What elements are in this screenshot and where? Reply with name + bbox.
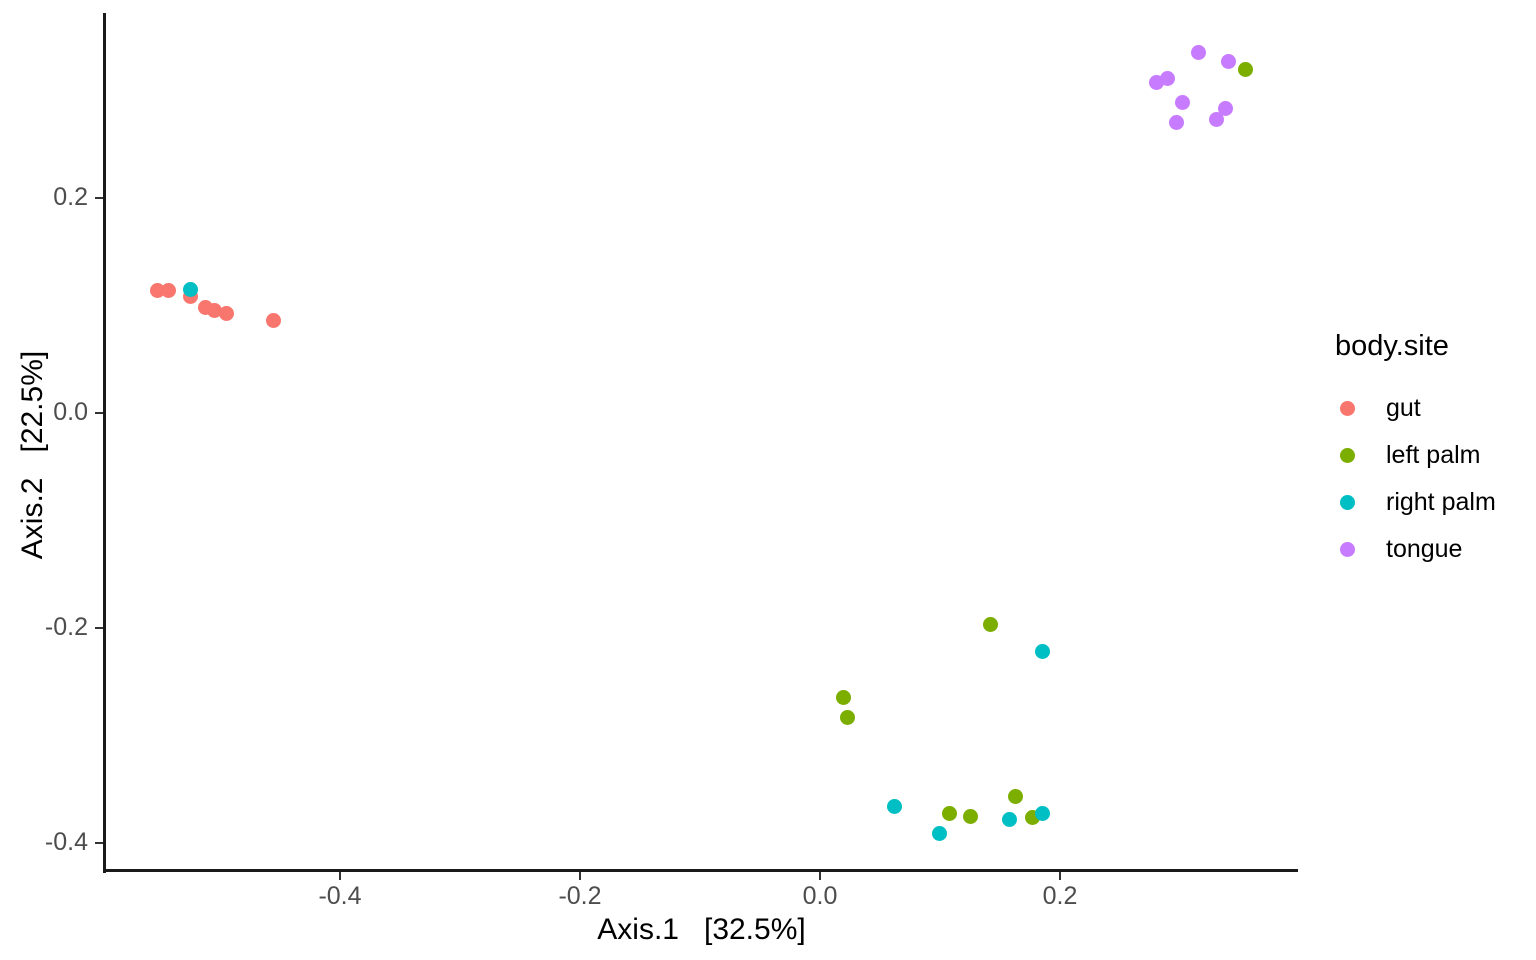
scatter-plot-figure: -0.4 -0.2 0.0 0.2 0.2 0.0 -0.2 -0.4 Axis.1 [32…	[0, 0, 1536, 960]
legend-dot-icon	[1339, 542, 1355, 557]
legend-item-label: tongue	[1386, 535, 1463, 563]
legend-title: body.site	[1335, 330, 1449, 362]
data-point	[219, 305, 235, 321]
y-tick-mark	[95, 412, 103, 414]
data-point	[839, 709, 855, 725]
legend-dot-icon	[1339, 495, 1355, 510]
data-point	[160, 282, 176, 298]
legend-key-swatch	[1330, 542, 1364, 557]
legend-key-swatch	[1330, 448, 1364, 463]
y-axis-line	[103, 13, 106, 873]
x-tick-label: 0.2	[1042, 882, 1078, 910]
x-tick-label: 0.0	[802, 882, 838, 910]
data-point	[931, 825, 947, 841]
legend-item-right-palm[interactable]: right palm	[1330, 479, 1530, 526]
legend-dot-icon	[1339, 448, 1355, 463]
data-point	[183, 281, 199, 297]
data-point	[1007, 788, 1023, 804]
data-point	[1034, 643, 1050, 659]
x-tick-mark	[339, 872, 341, 880]
legend-item-tongue[interactable]: tongue	[1330, 526, 1530, 573]
legend-key-swatch	[1330, 401, 1364, 416]
y-tick-mark	[95, 197, 103, 199]
data-point	[941, 806, 957, 822]
y-tick-mark	[95, 627, 103, 629]
y-tick-mark	[95, 842, 103, 844]
data-point	[1208, 112, 1224, 128]
data-point	[982, 616, 998, 632]
data-point	[1034, 805, 1050, 821]
data-point	[962, 808, 978, 824]
legend-item-label: left palm	[1386, 441, 1481, 469]
data-point	[1237, 61, 1253, 77]
x-tick-mark	[579, 872, 581, 880]
data-point	[265, 313, 281, 329]
legend-item-label: right palm	[1386, 488, 1496, 516]
legend-key-swatch	[1330, 495, 1364, 510]
legend: body.site gut left palm right palm tongue	[1330, 330, 1530, 573]
legend-item-label: gut	[1386, 394, 1421, 422]
y-axis-title: Axis.2 [22.5%]	[16, 350, 49, 560]
x-axis-line	[103, 869, 1298, 872]
x-tick-label: -0.2	[558, 882, 602, 910]
data-point	[1168, 115, 1184, 131]
data-point	[1159, 71, 1175, 87]
x-axis-title: Axis.1 [32.5%]	[597, 913, 806, 946]
plot-panel	[105, 13, 1298, 871]
data-point	[1174, 94, 1190, 110]
legend-item-left-palm[interactable]: left palm	[1330, 432, 1530, 479]
x-tick-label: -0.4	[318, 882, 362, 910]
legend-entries: gut left palm right palm tongue	[1330, 385, 1530, 573]
data-point	[886, 799, 902, 815]
data-point	[1220, 53, 1236, 69]
data-point	[835, 689, 851, 705]
x-tick-mark	[1059, 872, 1061, 880]
x-tick-mark	[819, 872, 821, 880]
legend-item-gut[interactable]: gut	[1330, 385, 1530, 432]
legend-dot-icon	[1339, 401, 1355, 416]
